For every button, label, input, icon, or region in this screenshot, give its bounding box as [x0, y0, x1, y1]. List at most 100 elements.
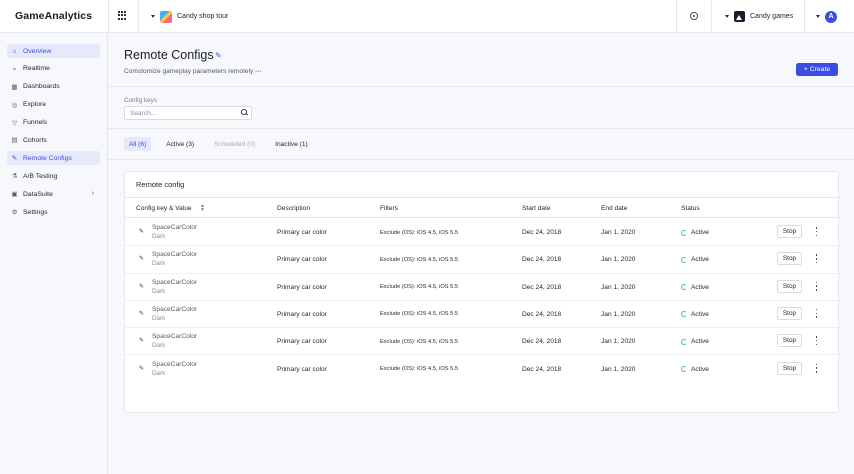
config-key: SpaceCarColor	[152, 360, 198, 368]
stop-button[interactable]: Stop	[777, 252, 802, 266]
settings-gear-icon[interactable]	[690, 12, 698, 20]
stop-button[interactable]: Stop	[777, 225, 802, 238]
config-start-date: Dec 24, 2018	[522, 283, 562, 291]
table-row[interactable]: ✎ SpaceCarColor Dark Primary car color E…	[125, 301, 840, 329]
config-key: SpaceCarColor	[152, 278, 198, 286]
config-description: Primary car color	[277, 256, 327, 264]
sidebar-item-label: Overview	[23, 47, 52, 55]
home-icon: ⌂	[12, 47, 17, 55]
table-row[interactable]: ✎ SpaceCarColor Dark Primary car color E…	[125, 356, 840, 383]
edit-pencil-icon[interactable]: ✎	[215, 51, 222, 60]
sidebar-item-cohorts[interactable]: ▤ Cohorts	[7, 133, 100, 147]
config-key: SpaceCarColor	[152, 251, 198, 259]
more-vertical-icon[interactable]	[815, 281, 818, 291]
config-start-date: Dec 24, 2018	[522, 365, 562, 373]
table-row[interactable]: ✎ SpaceCarColor Dark Primary car color E…	[125, 219, 840, 247]
sidebar-item-label: DataSuite	[23, 190, 53, 198]
sidebar-item-ab-testing[interactable]: ⚗ A/B Testing	[7, 169, 100, 183]
divider	[711, 0, 712, 33]
status-badge: Active	[681, 284, 709, 291]
game-selector[interactable]: Candy shop tour	[151, 9, 228, 24]
tab-scheduled[interactable]: Scheduled (0)	[209, 137, 260, 151]
status-active-icon	[681, 284, 687, 291]
more-vertical-icon[interactable]	[815, 308, 818, 318]
sidebar-item-explore[interactable]: ◎ Explore	[7, 98, 100, 112]
table-row[interactable]: ✎ SpaceCarColor Dark Primary car color E…	[125, 274, 840, 301]
status-label: Active	[691, 338, 709, 346]
table-row[interactable]: ✎ SpaceCarColor Dark Primary car color E…	[125, 246, 840, 274]
stop-button[interactable]: Stop	[777, 306, 802, 320]
top-bar: GameAnalytics Candy shop tour Candy game…	[0, 0, 854, 33]
status-badge: Active	[681, 256, 709, 263]
config-end-date: Jan 1, 2020	[601, 310, 636, 318]
config-value: Dark	[152, 314, 166, 322]
sidebar: ⌂ Overview ⌁ Realtime ▦ Dashboards ◎ Exp…	[0, 33, 108, 474]
status-active-icon	[681, 229, 687, 236]
status-label: Active	[691, 310, 709, 318]
sidebar-item-overview[interactable]: ⌂ Overview	[7, 44, 100, 58]
config-description: Primary car color	[277, 283, 327, 291]
more-vertical-icon[interactable]	[815, 336, 818, 346]
stop-button[interactable]: Stop	[777, 279, 802, 293]
more-vertical-icon[interactable]	[815, 254, 818, 264]
user-menu[interactable]: A	[816, 9, 837, 24]
sidebar-item-settings[interactable]: ⚙ Settings	[7, 205, 100, 219]
database-icon: ▣	[11, 191, 18, 199]
remote-config-card: Remote config Config key & Value ▲ ▼ Desc…	[124, 171, 840, 413]
config-start-date: Dec 24, 2018	[522, 256, 562, 264]
studio-selector[interactable]: Candy games	[725, 9, 793, 24]
config-end-date: Jan 1, 2020	[601, 256, 636, 264]
search-input[interactable]	[124, 106, 252, 120]
column-header-description: Description	[277, 204, 310, 212]
config-description: Primary car color	[277, 310, 327, 318]
main-content: Remote Configs ✎ Comstomize gameplay par…	[108, 33, 854, 474]
divider	[108, 159, 854, 160]
tab-all[interactable]: All (6)	[124, 137, 152, 151]
more-vertical-icon[interactable]	[815, 363, 818, 373]
subtitle-text: Comstomize gameplay parameters remotely	[124, 68, 254, 75]
card-title: Remote config	[136, 180, 185, 189]
column-header-status: Status	[681, 204, 700, 212]
config-end-date: Jan 1, 2020	[601, 365, 636, 373]
apps-grid-icon[interactable]	[118, 11, 127, 20]
column-header-key[interactable]: Config key & Value	[136, 205, 192, 212]
studio-icon	[734, 11, 745, 22]
page-subtitle: Comstomize gameplay parameters remotely …	[124, 68, 262, 75]
more-vertical-icon[interactable]	[815, 227, 818, 236]
stop-button[interactable]: Stop	[777, 361, 802, 375]
create-button[interactable]: + Create	[796, 63, 838, 76]
app-logo[interactable]: GameAnalytics	[15, 10, 92, 22]
divider	[804, 0, 805, 33]
status-active-icon	[681, 338, 687, 345]
status-tabs: All (6) Active (3) Scheduled (0) Inactiv…	[124, 137, 323, 151]
sidebar-item-realtime[interactable]: ⌁ Realtime	[7, 62, 100, 76]
sidebar-item-dashboards[interactable]: ▦ Dashboards	[7, 80, 100, 94]
tab-inactive[interactable]: Inactive (1)	[270, 137, 313, 151]
search-icon[interactable]	[241, 109, 247, 115]
divider	[108, 0, 109, 33]
chevron-right-icon: ›	[91, 190, 94, 198]
page-title: Remote Configs	[124, 48, 214, 62]
stop-button[interactable]: Stop	[777, 334, 802, 348]
wrench-icon: ✎	[139, 256, 145, 263]
sidebar-item-funnels[interactable]: ▽ Funnels	[7, 116, 100, 130]
config-description: Primary car color	[277, 338, 327, 346]
sidebar-item-remote-configs[interactable]: ✎ Remote Configs	[7, 151, 100, 166]
config-value: Dark	[152, 369, 166, 377]
funnel-icon: ▽	[12, 119, 17, 127]
compass-icon: ◎	[11, 101, 18, 109]
sidebar-item-label: A/B Testing	[23, 172, 58, 180]
sidebar-item-label: Dashboards	[23, 83, 60, 91]
gear-icon: ⚙	[11, 209, 18, 217]
sort-icon[interactable]: ▲ ▼	[200, 203, 205, 212]
sidebar-item-label: Funnels	[23, 119, 48, 127]
wrench-icon: ✎	[139, 365, 145, 372]
tab-active[interactable]: Active (3)	[161, 137, 199, 151]
wrench-icon: ✎	[139, 338, 145, 345]
table-row[interactable]: ✎ SpaceCarColor Dark Primary car color E…	[125, 328, 840, 356]
studio-name: Candy games	[750, 13, 794, 20]
sidebar-item-datasuite[interactable]: ▣ DataSuite ›	[7, 187, 100, 201]
wrench-icon: ✎	[139, 283, 145, 290]
more-dots-icon[interactable]: •••	[255, 69, 262, 75]
sidebar-item-label: Settings	[23, 208, 48, 216]
